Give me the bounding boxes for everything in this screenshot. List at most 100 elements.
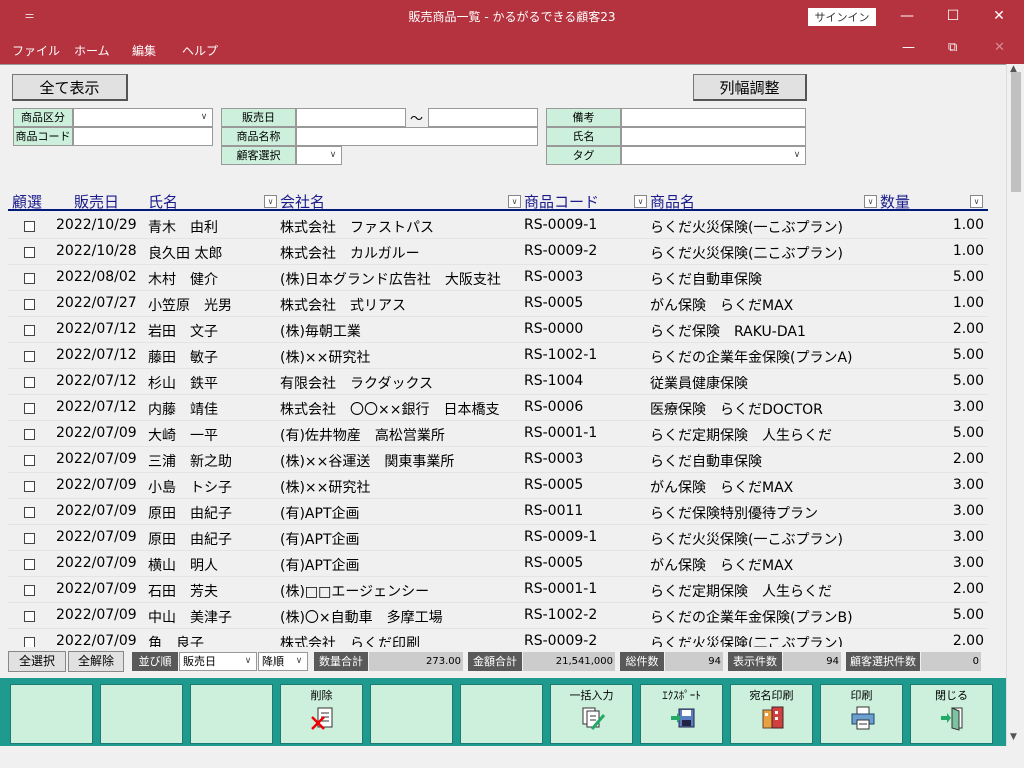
table-row[interactable]: 2022/07/12 内藤 靖佳 株式会社 〇〇××銀行 日本橋支 RS-0006 医療… [8, 395, 988, 421]
cell-code: RS-0011 [524, 503, 584, 519]
table-row[interactable]: 2022/07/12 杉山 鉄平 有限会社 ラクダックス RS-1004 従業員健康保険… [8, 369, 988, 395]
scroll-down-icon[interactable]: ▼ [1010, 732, 1017, 742]
row-checkbox[interactable] [24, 481, 35, 492]
maximize-icon[interactable]: ☐ [930, 0, 976, 34]
column-width-button[interactable]: 列幅調整 [693, 74, 807, 101]
filter-dropdown-icon[interactable]: ∨ [970, 195, 983, 208]
table-row[interactable]: 2022/07/09 原田 由紀子 (有)APT企画 RS-0011 らくだ保険特別優待… [8, 499, 988, 525]
table-row[interactable]: 2022/07/09 三浦 新之助 (株)××谷運送 関東事業所 RS-0003 らくだ… [8, 447, 988, 473]
row-checkbox[interactable] [24, 247, 35, 258]
delete-button[interactable]: 削除 [280, 684, 363, 744]
table-row[interactable]: 2022/07/12 藤田 敏子 (株)××研究社 RS-1002-1 らくだの企業年金… [8, 343, 988, 369]
table-row[interactable]: 2022/08/02 木村 健介 (株)日本グランド広告社 大阪支社 RS-0003 ら… [8, 265, 988, 291]
remarks-input[interactable] [621, 108, 806, 127]
product-name-input[interactable] [296, 127, 538, 146]
row-checkbox[interactable] [24, 351, 35, 362]
show-all-button[interactable]: 全て表示 [12, 74, 128, 101]
close-button[interactable]: 閉じる [910, 684, 993, 744]
col-product-name[interactable]: 商品名 [650, 191, 695, 212]
signin-button[interactable]: サインイン [808, 8, 876, 26]
tag-select[interactable]: ∨ [621, 146, 806, 165]
menu-file[interactable]: ファイル [12, 42, 60, 59]
select-all-button[interactable]: 全選択 [8, 651, 66, 672]
table-row[interactable]: 2022/07/09 横山 明人 (有)APT企画 RS-0005 がん保険 らくだMA… [8, 551, 988, 577]
chevron-down-icon[interactable]: ∨ [325, 147, 341, 164]
doc-minimize-icon[interactable]: — [902, 40, 915, 55]
chevron-down-icon[interactable]: ∨ [196, 109, 212, 126]
col-product-code[interactable]: 商品コード [524, 191, 599, 212]
col-quantity[interactable]: 数量 [880, 191, 910, 212]
sort-field-select[interactable]: 販売日 ∨ [179, 652, 257, 671]
exit-door-icon [941, 707, 963, 731]
table-row[interactable]: 2022/07/09 大崎 一平 (有)佐井物産 高松営業所 RS-0001-1 らくだ… [8, 421, 988, 447]
filter-dropdown-icon[interactable]: ∨ [864, 195, 877, 208]
col-company[interactable]: 会社名 [280, 191, 325, 212]
scroll-thumb[interactable] [1011, 72, 1021, 192]
vertical-scrollbar[interactable]: ▲ ▼ [1006, 64, 1024, 746]
sort-order-select[interactable]: 降順 ∨ [258, 652, 308, 671]
row-checkbox[interactable] [24, 559, 35, 570]
bulk-input-button[interactable]: 一括入力 [550, 684, 633, 744]
row-checkbox[interactable] [24, 429, 35, 440]
filter-dropdown-icon[interactable]: ∨ [264, 195, 277, 208]
table-row[interactable]: 2022/07/09 角 良子 株式会社 らくだ印刷 RS-0009-2 らくだ火災保険… [8, 629, 988, 647]
print-button[interactable]: 印刷 [820, 684, 903, 744]
col-sales-date[interactable]: 販売日 [74, 191, 119, 212]
doc-close-icon[interactable]: ✕ [994, 40, 1005, 55]
table-row[interactable]: 2022/07/09 石田 芳夫 (株)□□エージェンシー RS-0001-1 らくだ定… [8, 577, 988, 603]
row-checkbox[interactable] [24, 533, 35, 544]
table-row[interactable]: 2022/07/09 原田 由紀子 (有)APT企画 RS-0009-1 らくだ火災保険… [8, 525, 988, 551]
label-print-button[interactable]: 宛名印刷 [730, 684, 813, 744]
sales-date-from-input[interactable] [296, 108, 406, 127]
row-checkbox[interactable] [24, 221, 35, 232]
col-select[interactable]: 顧選 [12, 191, 42, 212]
product-code-input[interactable] [73, 127, 213, 146]
table-row[interactable]: 2022/10/29 青木 由利 株式会社 ファストパス RS-0009-1 らくだ火災… [8, 213, 988, 239]
table-row[interactable]: 2022/07/12 岩田 文子 (株)毎朝工業 RS-0000 らくだ保険 RAKU-… [8, 317, 988, 343]
menu-help[interactable]: ヘルプ [182, 42, 218, 59]
product-category-select[interactable]: ∨ [73, 108, 213, 127]
col-name[interactable]: 氏名 [148, 191, 178, 212]
blank-button-2[interactable] [100, 684, 183, 744]
row-checkbox[interactable] [24, 403, 35, 414]
name-label: 氏名 [546, 127, 621, 146]
blank-button-4[interactable] [370, 684, 453, 744]
deselect-all-button[interactable]: 全解除 [68, 651, 124, 672]
chevron-down-icon[interactable]: ∨ [291, 653, 307, 670]
cell-company: (株)××研究社 [280, 350, 371, 366]
blank-button-5[interactable] [460, 684, 543, 744]
table-row[interactable]: 2022/07/27 小笠原 光男 株式会社 式リアス RS-0005 がん保険 らくだ… [8, 291, 988, 317]
filter-dropdown-icon[interactable]: ∨ [634, 195, 647, 208]
row-checkbox[interactable] [24, 507, 35, 518]
name-input[interactable] [621, 127, 806, 146]
cell-qty: 2.00 [952, 321, 984, 337]
cell-date: 2022/07/09 [56, 607, 137, 623]
chevron-down-icon[interactable]: ∨ [789, 147, 805, 164]
sales-date-to-input[interactable] [428, 108, 538, 127]
table-row[interactable]: 2022/10/28 良久田 太郎 株式会社 カルガルー RS-0009-2 らくだ火災… [8, 239, 988, 265]
cell-date: 2022/07/09 [56, 529, 137, 545]
row-checkbox[interactable] [24, 325, 35, 336]
row-checkbox[interactable] [24, 585, 35, 596]
export-button[interactable]: ｴｸｽﾎﾟｰﾄ [640, 684, 723, 744]
minimize-icon[interactable]: — [884, 0, 930, 34]
row-checkbox[interactable] [24, 637, 35, 647]
row-checkbox[interactable] [24, 273, 35, 284]
row-checkbox[interactable] [24, 611, 35, 622]
table-row[interactable]: 2022/07/09 中山 美津子 (株)〇×自動車 多摩工場 RS-1002-2 らく… [8, 603, 988, 629]
row-checkbox[interactable] [24, 455, 35, 466]
menu-edit[interactable]: 編集 [132, 42, 156, 59]
chevron-down-icon[interactable]: ∨ [240, 653, 256, 670]
row-checkbox[interactable] [24, 377, 35, 388]
table-row[interactable]: 2022/07/09 小島 トシ子 (株)××研究社 RS-0005 がん保険 らくだM… [8, 473, 988, 499]
blank-button-1[interactable] [10, 684, 93, 744]
customer-select-dropdown[interactable]: ∨ [296, 146, 342, 165]
blank-button-3[interactable] [190, 684, 273, 744]
menu-home[interactable]: ホーム [74, 42, 110, 59]
doc-restore-icon[interactable]: ⧉ [948, 40, 957, 55]
cell-date: 2022/07/12 [56, 347, 137, 363]
row-checkbox[interactable] [24, 299, 35, 310]
filter-dropdown-icon[interactable]: ∨ [508, 195, 521, 208]
close-icon[interactable]: ✕ [976, 0, 1022, 34]
cell-company: (株)日本グランド広告社 大阪支社 [280, 272, 501, 288]
